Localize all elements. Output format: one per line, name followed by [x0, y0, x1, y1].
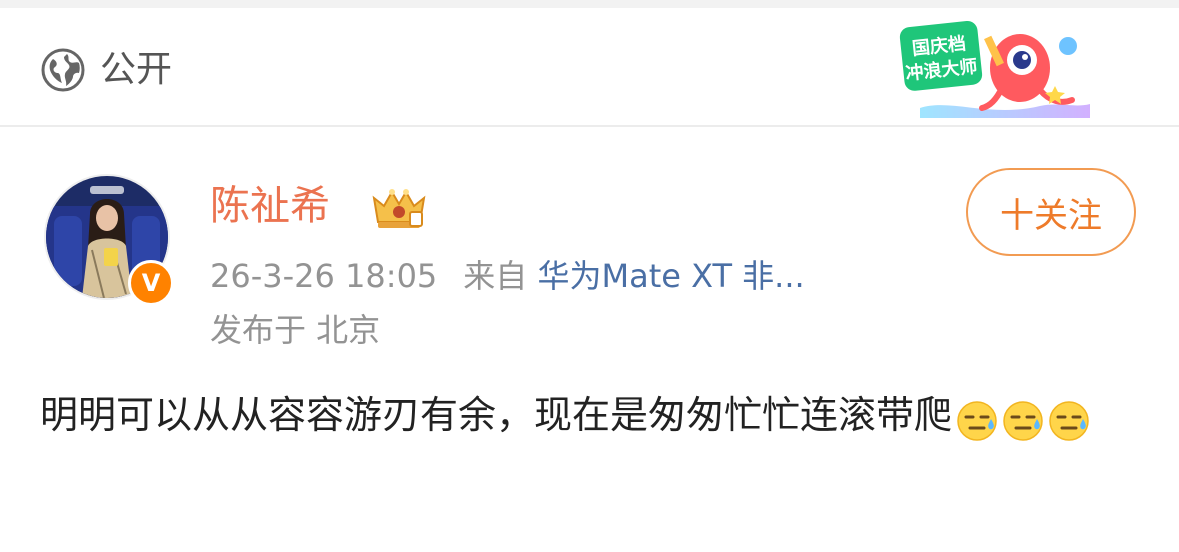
post-location: 发布于 北京: [210, 311, 381, 349]
post-body[interactable]: 明明可以从从容容游刃有余，现在是匆匆忙忙连滚带爬: [40, 386, 1140, 447]
divider: [0, 125, 1179, 127]
author-avatar[interactable]: V: [44, 174, 174, 306]
sweat-emoji-icon: [957, 401, 997, 441]
post-text: 明明可以从从容容游刃有余，现在是匆匆忙忙连滚带爬: [40, 393, 953, 437]
sweat-emoji-icon: [1049, 401, 1089, 441]
follow-button[interactable]: 十关注: [966, 168, 1136, 256]
emoji-row: [954, 389, 1092, 447]
post-meta: 26-3-26 18:05 来自 华为Mate XT 非...: [210, 254, 805, 298]
sweat-emoji-icon: [1003, 401, 1043, 441]
verified-badge: V: [128, 260, 174, 306]
promo-badge-icon[interactable]: 国庆档 冲浪大师: [890, 18, 1100, 122]
visibility-label: 公开: [100, 49, 173, 90]
source-device-link[interactable]: 华为Mate XT 非...: [537, 257, 804, 295]
crown-member-icon[interactable]: [368, 184, 430, 232]
globe-icon: [41, 48, 85, 92]
post-time: 26-3-26 18:05: [210, 257, 438, 295]
author-name[interactable]: 陈祉希: [210, 178, 330, 234]
top-strip: [0, 0, 1179, 8]
weibo-post-screen: 公开 国庆档 冲浪大师 V 陈祉希 十关注 26-3-26 18:05 来自 华…: [0, 0, 1179, 552]
visibility-bar: 公开 国庆档 冲浪大师: [0, 8, 1179, 126]
visibility-selector[interactable]: 公开: [40, 48, 172, 92]
source-prefix: 来自: [463, 257, 528, 295]
